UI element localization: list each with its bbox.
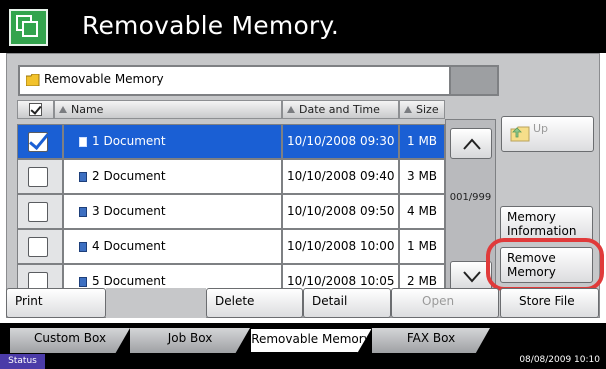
file-date: 10/10/2008 09:40 [282,159,399,194]
file-date: 10/10/2008 09:30 [282,124,399,159]
table-row[interactable]: 2 Document 10/10/2008 09:40 3 MB [17,159,445,194]
header-bar: Removable Memory. [0,0,606,53]
file-size: 1 MB [399,229,445,264]
row-checkbox[interactable] [17,159,63,194]
file-date: 10/10/2008 10:00 [282,229,399,264]
sort-arrow-icon [59,106,67,113]
status-button[interactable]: Status [0,354,45,369]
copy-documents-icon [9,9,48,46]
row-checkbox[interactable] [17,194,63,229]
document-icon [79,207,87,217]
status-datetime: 08/08/2009 10:10 [519,355,600,365]
up-button[interactable]: Up [501,116,594,152]
document-icon [79,137,87,147]
sort-by-size-header[interactable]: Size [399,100,445,119]
chevron-up-icon [463,138,481,150]
table-row[interactable]: 4 Document 10/10/2008 10:00 1 MB [17,229,445,264]
breadcrumb-end-cap [451,65,499,96]
scroll-up-button[interactable] [450,128,492,159]
tab-fax-box[interactable]: FAX Box [372,328,490,353]
status-bar [0,353,606,369]
file-name: 1 Document [92,134,166,148]
folder-icon [26,74,40,86]
breadcrumb: Removable Memory [18,65,451,96]
file-size: 4 MB [399,194,445,229]
highlight-ring [486,238,604,291]
screen: Removable Memory. Removable Memory Name … [0,0,606,369]
sort-arrow-icon [287,106,295,113]
page-counter: 001/999 [449,192,492,203]
store-file-button[interactable]: Store File [500,288,599,318]
tab-job-box[interactable]: Job Box [130,328,250,353]
sort-arrow-icon [404,106,412,113]
file-size: 3 MB [399,159,445,194]
list-header: Name Date and Time Size [17,100,445,119]
detail-button[interactable]: Detail [303,288,391,318]
open-button[interactable]: Open [391,288,499,318]
delete-button[interactable]: Delete [206,288,303,318]
memory-information-button[interactable]: Memory Information [500,206,593,242]
tab-removable-memory[interactable]: Removable Memory [250,328,372,353]
row-checkbox[interactable] [17,124,63,159]
folder-up-icon [510,126,530,142]
up-button-label: Up [533,122,549,135]
file-name: 5 Document [92,274,166,288]
file-name: 3 Document [92,204,166,218]
breadcrumb-path: Removable Memory [44,72,164,86]
print-button[interactable]: Print [6,288,106,318]
chevron-down-icon [463,271,481,283]
action-bar: Print Delete Detail Open Store File [6,288,600,318]
action-spacer [106,288,206,318]
file-date: 10/10/2008 09:50 [282,194,399,229]
tab-custom-box[interactable]: Custom Box [10,328,130,353]
file-size: 1 MB [399,124,445,159]
file-name: 4 Document [92,239,166,253]
document-icon [79,277,87,287]
sort-by-date-header[interactable]: Date and Time [282,100,399,119]
page-title: Removable Memory. [82,11,339,40]
file-name: 2 Document [92,169,166,183]
table-row[interactable]: 3 Document 10/10/2008 09:50 4 MB [17,194,445,229]
document-icon [79,242,87,252]
sort-by-name-header[interactable]: Name [54,100,282,119]
document-icon [79,172,87,182]
select-all-checkbox[interactable] [17,100,54,119]
row-checkbox[interactable] [17,229,63,264]
table-row[interactable]: 1 Document 10/10/2008 09:30 1 MB [17,124,445,159]
